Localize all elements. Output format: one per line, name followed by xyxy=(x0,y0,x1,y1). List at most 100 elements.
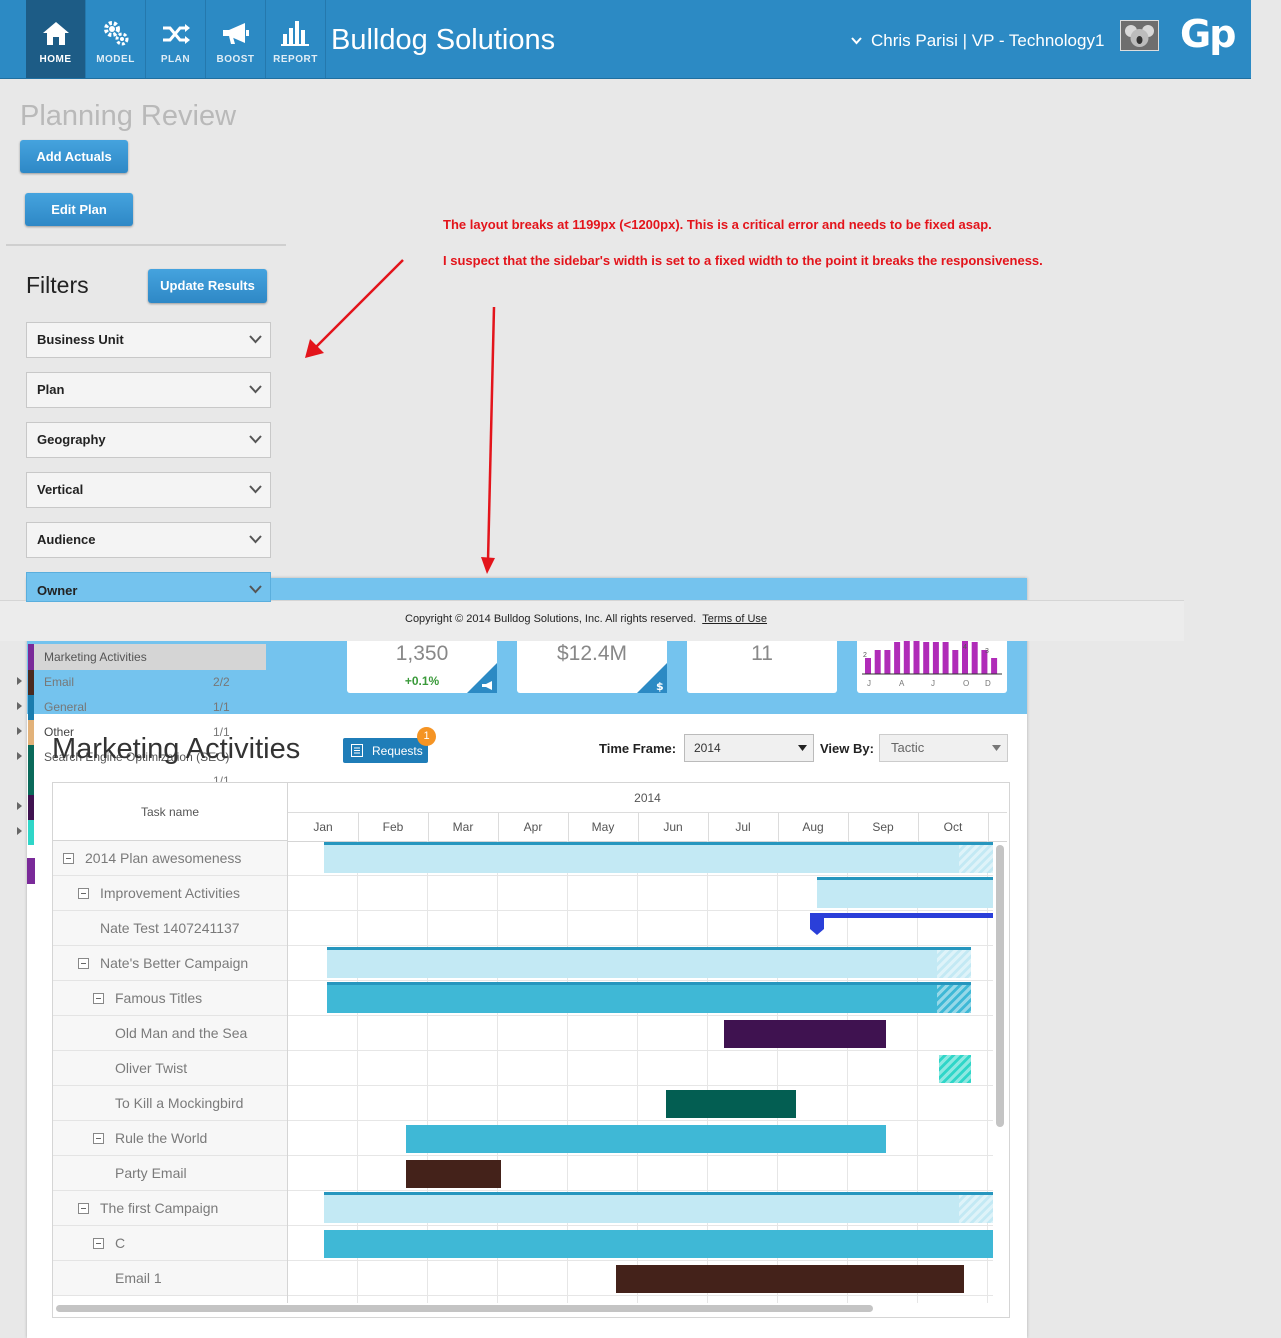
gantt-bar[interactable] xyxy=(327,947,971,978)
gantt-month-label: Jul xyxy=(708,813,779,841)
gantt-bar[interactable] xyxy=(324,1192,993,1223)
chevron-down-icon xyxy=(249,485,262,494)
gantt-bar[interactable] xyxy=(406,1125,886,1153)
viewby-select[interactable]: Tactic xyxy=(879,734,1008,762)
nav-home-button[interactable]: HOME xyxy=(26,0,85,78)
gantt-task-row[interactable]: Email 1 xyxy=(53,1261,287,1296)
collapse-toggle-icon[interactable] xyxy=(63,853,74,864)
expand-icon[interactable] xyxy=(17,677,22,685)
horizontal-scrollbar[interactable] xyxy=(56,1305,873,1312)
gantt-bar[interactable] xyxy=(666,1090,796,1118)
left-list-header: Marketing Activities xyxy=(28,644,266,670)
gantt-task-row[interactable]: Rule the World xyxy=(53,1121,287,1156)
gantt-task-row[interactable]: Nate's Better Campaign xyxy=(53,946,287,981)
user-menu[interactable]: Chris Parisi | VP - Technology1 xyxy=(871,31,1104,51)
gantt-milestone-line[interactable] xyxy=(810,913,993,918)
nav-boost-button[interactable]: BOOST xyxy=(206,0,265,78)
gantt-row-line xyxy=(288,945,993,946)
gantt-year-label: 2014 xyxy=(634,791,661,805)
caret-down-icon xyxy=(992,745,1001,751)
brand-name: Bulldog Solutions xyxy=(331,24,556,56)
left-list-item[interactable]: Email xyxy=(44,675,74,689)
gantt-bar[interactable] xyxy=(817,877,993,908)
gantt-bar[interactable] xyxy=(327,982,971,1013)
gantt-task-row[interactable]: 2014 Plan awesomeness xyxy=(53,841,287,876)
edit-plan-button[interactable]: Edit Plan xyxy=(25,193,133,226)
requests-button[interactable]: Requests xyxy=(343,738,428,763)
filter-business-unit[interactable]: Business Unit xyxy=(26,322,271,358)
chevron-down-icon xyxy=(249,335,262,344)
nav-model-button[interactable]: MODEL xyxy=(86,0,145,78)
milestone-marker-icon[interactable] xyxy=(810,913,824,937)
gantt-row-line xyxy=(288,1295,993,1296)
nav-plan-button[interactable]: PLAN xyxy=(146,0,205,78)
megaphone-corner-icon xyxy=(467,663,497,693)
color-swatch xyxy=(28,795,34,820)
gantt-task-row[interactable]: Old Man and the Sea xyxy=(53,1016,287,1051)
collapse-toggle-icon[interactable] xyxy=(78,958,89,969)
chevron-down-icon xyxy=(249,385,262,394)
avatar[interactable] xyxy=(1120,20,1159,51)
gantt-task-name: Nate's Better Campaign xyxy=(100,955,249,971)
gantt-bar-progress-line xyxy=(324,1192,993,1195)
gantt-task-row[interactable]: The first Campaign xyxy=(53,1191,287,1226)
gantt-bar[interactable] xyxy=(406,1160,501,1188)
gantt-row-line xyxy=(288,1120,993,1121)
collapse-toggle-icon[interactable] xyxy=(78,888,89,899)
gantt-task-row[interactable]: C xyxy=(53,1226,287,1261)
filter-vertical[interactable]: Vertical xyxy=(26,472,271,508)
gantt-bar[interactable] xyxy=(324,1230,993,1258)
vertical-scrollbar[interactable] xyxy=(996,845,1004,1127)
timeframe-select[interactable]: 2014 xyxy=(684,734,814,762)
gantt-task-name: Email 1 xyxy=(115,1270,162,1286)
gantt-task-row[interactable]: To Kill a Mockingbird xyxy=(53,1086,287,1121)
filter-audience[interactable]: Audience xyxy=(26,522,271,558)
footer-copyright: Copyright © 2014 Bulldog Solutions, Inc.… xyxy=(405,613,767,625)
terms-of-use-link[interactable]: Terms of Use xyxy=(702,613,767,625)
viewby-label: View By: xyxy=(820,741,874,756)
filter-label: Owner xyxy=(37,583,78,598)
mini-chart-data-label: 2 xyxy=(863,652,867,659)
timeframe-value: 2014 xyxy=(694,741,721,755)
expand-icon[interactable] xyxy=(17,827,22,835)
gantt-bar[interactable] xyxy=(324,842,993,873)
gantt-task-name: Oliver Twist xyxy=(115,1060,188,1076)
gantt-task-row[interactable]: Nate Test 1407241137 xyxy=(53,911,287,946)
expand-icon[interactable] xyxy=(17,752,22,760)
gantt-bar[interactable] xyxy=(724,1020,886,1048)
filter-geography[interactable]: Geography xyxy=(26,422,271,458)
update-results-button[interactable]: Update Results xyxy=(148,269,267,303)
annotation-note-2: I suspect that the sidebar's width is se… xyxy=(443,253,1043,268)
add-actuals-button[interactable]: Add Actuals xyxy=(20,140,128,173)
expand-icon[interactable] xyxy=(17,702,22,710)
caret-down-icon xyxy=(798,745,807,751)
nav-boost-label: BOOST xyxy=(216,54,255,65)
bar-chart-icon xyxy=(281,21,309,46)
expand-icon[interactable] xyxy=(17,802,22,810)
color-swatch xyxy=(28,695,34,720)
left-list-item[interactable]: General xyxy=(44,700,87,714)
collapse-toggle-icon[interactable] xyxy=(78,1203,89,1214)
gantt-task-row[interactable]: Improvement Activities xyxy=(53,876,287,911)
gantt-task-row[interactable]: Oliver Twist xyxy=(53,1051,287,1086)
task-header-cell: Task name xyxy=(53,783,287,841)
chevron-down-icon xyxy=(249,435,262,444)
gantt-bar-progress-line xyxy=(817,877,993,880)
gantt-bar[interactable] xyxy=(616,1265,964,1293)
collapse-toggle-icon[interactable] xyxy=(93,1133,104,1144)
gantt-bar[interactable] xyxy=(939,1055,971,1083)
gantt-task-row[interactable]: Party Email xyxy=(53,1156,287,1191)
collapse-toggle-icon[interactable] xyxy=(93,993,104,1004)
home-icon xyxy=(43,22,69,45)
annotation-arrow-diagonal xyxy=(305,259,404,358)
task-header-label: Task name xyxy=(140,805,200,819)
collapse-toggle-icon[interactable] xyxy=(93,1238,104,1249)
filter-plan[interactable]: Plan xyxy=(26,372,271,408)
gantt-task-row[interactable]: Famous Titles xyxy=(53,981,287,1016)
chevron-down-icon[interactable] xyxy=(851,37,862,45)
left-list-header-label: Marketing Activities xyxy=(44,650,147,664)
expand-icon[interactable] xyxy=(17,727,22,735)
gantt-bar-hatch xyxy=(937,950,971,978)
filter-owner[interactable]: Owner xyxy=(26,572,271,602)
nav-report-button[interactable]: REPORT xyxy=(266,0,325,78)
